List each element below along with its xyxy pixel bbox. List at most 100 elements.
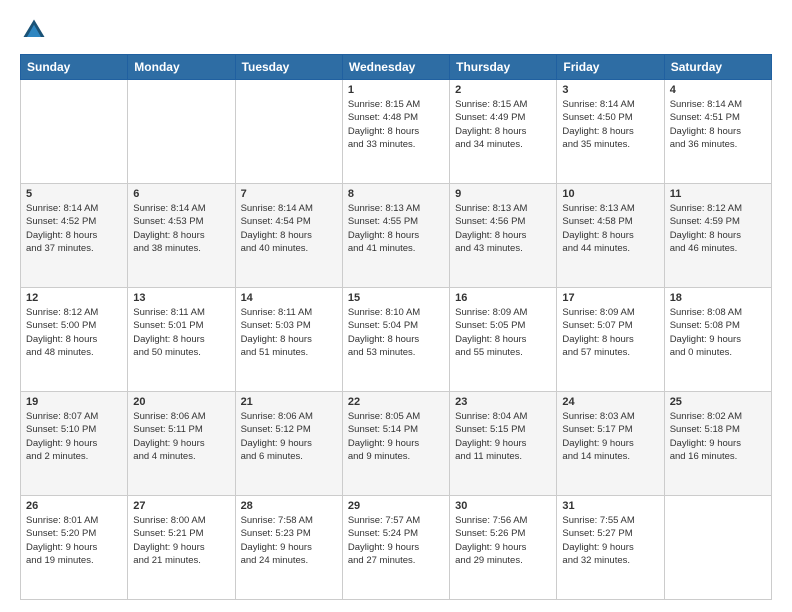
day-number: 20 (133, 396, 229, 408)
day-number: 5 (26, 188, 122, 200)
cell-info: Sunrise: 8:08 AM Sunset: 5:08 PM Dayligh… (670, 306, 766, 359)
calendar-cell: 29 Sunrise: 7:57 AM Sunset: 5:24 PM Dayli… (342, 496, 449, 600)
cell-info: Sunrise: 8:13 AM Sunset: 4:58 PM Dayligh… (562, 202, 658, 255)
calendar-cell: 2 Sunrise: 8:15 AM Sunset: 4:49 PM Daylig… (450, 80, 557, 184)
calendar-day-header: Monday (128, 55, 235, 80)
calendar-cell: 21 Sunrise: 8:06 AM Sunset: 5:12 PM Dayli… (235, 392, 342, 496)
day-number: 22 (348, 396, 444, 408)
day-number: 19 (26, 396, 122, 408)
day-number: 25 (670, 396, 766, 408)
cell-info: Sunrise: 7:56 AM Sunset: 5:26 PM Dayligh… (455, 514, 551, 567)
calendar-cell (664, 496, 771, 600)
cell-info: Sunrise: 8:12 AM Sunset: 4:59 PM Dayligh… (670, 202, 766, 255)
day-number: 10 (562, 188, 658, 200)
calendar-cell: 23 Sunrise: 8:04 AM Sunset: 5:15 PM Dayli… (450, 392, 557, 496)
calendar-cell: 9 Sunrise: 8:13 AM Sunset: 4:56 PM Daylig… (450, 184, 557, 288)
calendar-cell: 18 Sunrise: 8:08 AM Sunset: 5:08 PM Dayli… (664, 288, 771, 392)
calendar-header-row: SundayMondayTuesdayWednesdayThursdayFrid… (21, 55, 772, 80)
logo (20, 16, 52, 44)
day-number: 28 (241, 500, 337, 512)
calendar-cell: 26Sunrise: 8:01 AM Sunset: 5:20 PM Dayli… (21, 496, 128, 600)
calendar-cell: 30 Sunrise: 7:56 AM Sunset: 5:26 PM Dayli… (450, 496, 557, 600)
calendar-cell (21, 80, 128, 184)
day-number: 31 (562, 500, 658, 512)
day-number: 29 (348, 500, 444, 512)
calendar-week-row: 26Sunrise: 8:01 AM Sunset: 5:20 PM Dayli… (21, 496, 772, 600)
header (20, 16, 772, 44)
cell-info: Sunrise: 8:14 AM Sunset: 4:51 PM Dayligh… (670, 98, 766, 151)
calendar-week-row: 1Sunrise: 8:15 AM Sunset: 4:48 PM Daylig… (21, 80, 772, 184)
day-number: 7 (241, 188, 337, 200)
calendar-cell: 16 Sunrise: 8:09 AM Sunset: 5:05 PM Dayli… (450, 288, 557, 392)
calendar-day-header: Sunday (21, 55, 128, 80)
calendar-cell (235, 80, 342, 184)
logo-icon (20, 16, 48, 44)
calendar-table: SundayMondayTuesdayWednesdayThursdayFrid… (20, 54, 772, 600)
calendar-cell: 6 Sunrise: 8:14 AM Sunset: 4:53 PM Daylig… (128, 184, 235, 288)
calendar-day-header: Thursday (450, 55, 557, 80)
cell-info: Sunrise: 8:10 AM Sunset: 5:04 PM Dayligh… (348, 306, 444, 359)
cell-info: Sunrise: 8:07 AM Sunset: 5:10 PM Dayligh… (26, 410, 122, 463)
cell-info: Sunrise: 8:11 AM Sunset: 5:03 PM Dayligh… (241, 306, 337, 359)
cell-info: Sunrise: 7:55 AM Sunset: 5:27 PM Dayligh… (562, 514, 658, 567)
cell-info: Sunrise: 8:06 AM Sunset: 5:11 PM Dayligh… (133, 410, 229, 463)
day-number: 13 (133, 292, 229, 304)
calendar-cell: 25Sunrise: 8:02 AM Sunset: 5:18 PM Dayli… (664, 392, 771, 496)
day-number: 23 (455, 396, 551, 408)
day-number: 11 (670, 188, 766, 200)
cell-info: Sunrise: 8:14 AM Sunset: 4:50 PM Dayligh… (562, 98, 658, 151)
day-number: 30 (455, 500, 551, 512)
cell-info: Sunrise: 8:13 AM Sunset: 4:56 PM Dayligh… (455, 202, 551, 255)
calendar-day-header: Saturday (664, 55, 771, 80)
day-number: 17 (562, 292, 658, 304)
day-number: 9 (455, 188, 551, 200)
calendar-cell: 22 Sunrise: 8:05 AM Sunset: 5:14 PM Dayli… (342, 392, 449, 496)
calendar-cell: 7 Sunrise: 8:14 AM Sunset: 4:54 PM Daylig… (235, 184, 342, 288)
cell-info: Sunrise: 8:00 AM Sunset: 5:21 PM Dayligh… (133, 514, 229, 567)
cell-info: Sunrise: 8:13 AM Sunset: 4:55 PM Dayligh… (348, 202, 444, 255)
cell-info: Sunrise: 7:58 AM Sunset: 5:23 PM Dayligh… (241, 514, 337, 567)
calendar-cell: 8 Sunrise: 8:13 AM Sunset: 4:55 PM Daylig… (342, 184, 449, 288)
calendar-week-row: 19 Sunrise: 8:07 AM Sunset: 5:10 PM Dayli… (21, 392, 772, 496)
day-number: 21 (241, 396, 337, 408)
day-number: 2 (455, 84, 551, 96)
calendar-cell: 12 Sunrise: 8:12 AM Sunset: 5:00 PM Dayli… (21, 288, 128, 392)
day-number: 24 (562, 396, 658, 408)
cell-info: Sunrise: 8:09 AM Sunset: 5:07 PM Dayligh… (562, 306, 658, 359)
calendar-cell: 5Sunrise: 8:14 AM Sunset: 4:52 PM Daylig… (21, 184, 128, 288)
day-number: 15 (348, 292, 444, 304)
day-number: 3 (562, 84, 658, 96)
calendar-cell: 17 Sunrise: 8:09 AM Sunset: 5:07 PM Dayli… (557, 288, 664, 392)
cell-info: Sunrise: 8:15 AM Sunset: 4:49 PM Dayligh… (455, 98, 551, 151)
calendar-cell (128, 80, 235, 184)
day-number: 8 (348, 188, 444, 200)
cell-info: Sunrise: 8:09 AM Sunset: 5:05 PM Dayligh… (455, 306, 551, 359)
calendar-week-row: 12 Sunrise: 8:12 AM Sunset: 5:00 PM Dayli… (21, 288, 772, 392)
cell-info: Sunrise: 7:57 AM Sunset: 5:24 PM Dayligh… (348, 514, 444, 567)
calendar-cell: 24Sunrise: 8:03 AM Sunset: 5:17 PM Dayli… (557, 392, 664, 496)
calendar-cell: 15 Sunrise: 8:10 AM Sunset: 5:04 PM Dayli… (342, 288, 449, 392)
calendar-day-header: Wednesday (342, 55, 449, 80)
day-number: 4 (670, 84, 766, 96)
cell-info: Sunrise: 8:12 AM Sunset: 5:00 PM Dayligh… (26, 306, 122, 359)
calendar-cell: 19 Sunrise: 8:07 AM Sunset: 5:10 PM Dayli… (21, 392, 128, 496)
day-number: 16 (455, 292, 551, 304)
day-number: 6 (133, 188, 229, 200)
calendar-cell: 3 Sunrise: 8:14 AM Sunset: 4:50 PM Daylig… (557, 80, 664, 184)
day-number: 14 (241, 292, 337, 304)
day-number: 12 (26, 292, 122, 304)
cell-info: Sunrise: 8:05 AM Sunset: 5:14 PM Dayligh… (348, 410, 444, 463)
cell-info: Sunrise: 8:14 AM Sunset: 4:54 PM Dayligh… (241, 202, 337, 255)
cell-info: Sunrise: 8:04 AM Sunset: 5:15 PM Dayligh… (455, 410, 551, 463)
calendar-day-header: Friday (557, 55, 664, 80)
calendar-cell: 31 Sunrise: 7:55 AM Sunset: 5:27 PM Dayli… (557, 496, 664, 600)
calendar-cell: 10 Sunrise: 8:13 AM Sunset: 4:58 PM Dayli… (557, 184, 664, 288)
cell-info: Sunrise: 8:06 AM Sunset: 5:12 PM Dayligh… (241, 410, 337, 463)
calendar-cell: 14 Sunrise: 8:11 AM Sunset: 5:03 PM Dayli… (235, 288, 342, 392)
cell-info: Sunrise: 8:14 AM Sunset: 4:53 PM Dayligh… (133, 202, 229, 255)
calendar-cell: 11 Sunrise: 8:12 AM Sunset: 4:59 PM Dayli… (664, 184, 771, 288)
day-number: 1 (348, 84, 444, 96)
day-number: 18 (670, 292, 766, 304)
day-number: 26 (26, 500, 122, 512)
calendar-cell: 1Sunrise: 8:15 AM Sunset: 4:48 PM Daylig… (342, 80, 449, 184)
